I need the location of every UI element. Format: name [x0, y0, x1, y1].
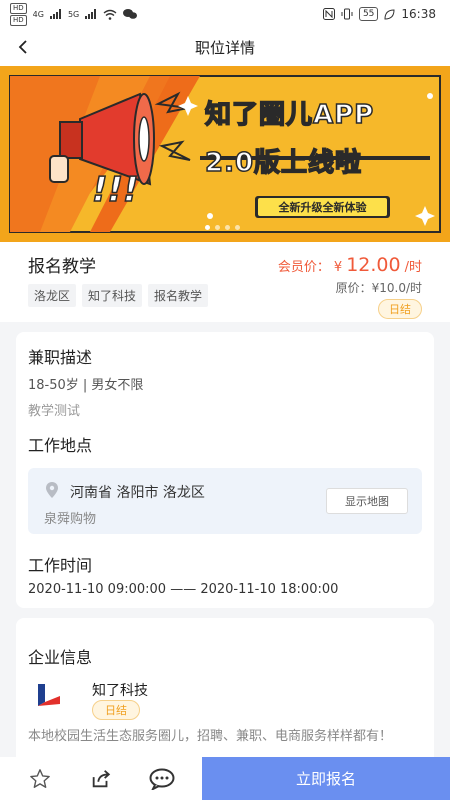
- bottom-icon-group: [0, 757, 202, 800]
- signal-5g-label: 5G: [67, 9, 80, 19]
- leaf-icon: [384, 8, 395, 20]
- banner-headline-1: 知了圈儿APP: [204, 99, 375, 131]
- job-title: 报名教学: [28, 257, 96, 277]
- promo-banner[interactable]: 知了圈儿APP 2.0版上线啦 !!! 全新升级全新体验: [0, 66, 450, 242]
- signal-icon: [85, 9, 97, 19]
- settle-badge: 日结: [378, 299, 422, 319]
- status-right: 55 16:38: [322, 7, 436, 21]
- hd-tag: HD: [10, 2, 27, 14]
- favorite-star-icon[interactable]: [25, 764, 55, 794]
- back-arrow-icon[interactable]: [12, 36, 34, 58]
- pager-dot[interactable]: [215, 225, 220, 230]
- company-card: 企业信息 知了科技 日结 本地校园生活生态服务圈儿，招聘、兼职、电商服务样样都有…: [16, 618, 434, 768]
- work-time-title: 工作时间: [28, 556, 93, 575]
- battery-level: 55: [358, 7, 379, 21]
- member-price-label: 会员价：: [277, 260, 330, 275]
- banner-pager[interactable]: [205, 225, 240, 230]
- member-price-unit: /时: [404, 260, 422, 275]
- vibrate-icon: [341, 8, 353, 20]
- wifi-icon: [103, 9, 117, 20]
- job-summary-card: 报名教学 洛龙区 知了科技 报名教学 会员价： ¥ 12.00 /时 原价：¥1…: [0, 242, 450, 322]
- description-text: 教学测试: [28, 404, 81, 419]
- company-name: 知了科技: [92, 683, 148, 699]
- nfc-icon: [322, 8, 335, 20]
- status-left: HD HD 4G 5G: [10, 2, 138, 26]
- location-title: 工作地点: [28, 436, 93, 455]
- company-description: 本地校园生活生态服务圈儿，招聘、兼职、电商服务样样都有！: [28, 729, 393, 744]
- company-logo: [36, 682, 62, 708]
- pager-dot[interactable]: [205, 225, 210, 230]
- banner-headline-2: 2.0版上线啦: [204, 147, 363, 179]
- clock: 16:38: [401, 7, 436, 21]
- job-tag: 知了科技: [82, 284, 143, 307]
- work-time-range: 2020-11-10 09:00:00 —— 2020-11-10 18:00:…: [28, 582, 339, 597]
- banner-exclaim: !!!: [91, 169, 139, 211]
- apply-now-button[interactable]: 立即报名: [202, 757, 450, 800]
- signal-4g-label: 4G: [32, 9, 44, 19]
- job-tags: 洛龙区 知了科技 报名教学: [28, 284, 209, 307]
- job-tag: 报名教学: [148, 284, 209, 307]
- hd-tag: HD: [10, 14, 27, 26]
- location-pin-icon: [46, 482, 58, 502]
- pager-dot[interactable]: [235, 225, 240, 230]
- page-title: 职位详情: [194, 38, 255, 57]
- description-title: 兼职描述: [28, 348, 93, 367]
- location-place: 泉舜购物: [44, 512, 97, 527]
- show-map-button[interactable]: 显示地图: [326, 488, 408, 514]
- member-price: 会员价： ¥ 12.00 /时: [278, 254, 422, 276]
- banner-subtitle: 全新升级全新体验: [278, 201, 367, 214]
- pager-dot[interactable]: [225, 225, 230, 230]
- company-title: 企业信息: [28, 648, 93, 667]
- location-address: 河南省 洛阳市 洛龙区: [70, 485, 205, 501]
- member-price-value: 12.00: [346, 254, 401, 276]
- company-settle-badge: 日结: [92, 700, 140, 720]
- signal-icon: [49, 9, 61, 19]
- chat-icon[interactable]: [147, 764, 177, 794]
- job-detail-card: 兼职描述 18-50岁 | 男女不限 教学测试 工作地点 河南省 洛阳市 洛龙区…: [16, 332, 434, 608]
- requirements-text: 18-50岁 | 男女不限: [28, 378, 144, 393]
- bottom-action-bar: 立即报名: [0, 757, 450, 800]
- job-tag: 洛龙区: [28, 284, 77, 307]
- location-box: 河南省 洛阳市 洛龙区 泉舜购物 显示地图: [28, 468, 422, 534]
- original-price: 原价：¥10.0/时: [335, 281, 422, 295]
- member-price-currency: ¥: [333, 260, 343, 275]
- nav-bar: 职位详情: [0, 28, 450, 66]
- status-bar: HD HD 4G 5G 55 16:38: [0, 0, 450, 28]
- wechat-icon: [123, 9, 138, 19]
- share-icon[interactable]: [86, 764, 116, 794]
